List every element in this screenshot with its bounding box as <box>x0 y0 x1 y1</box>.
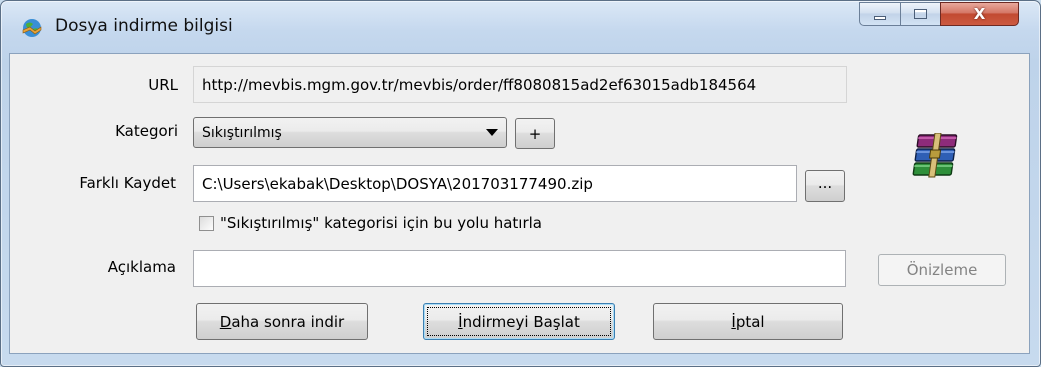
dialog-body: URL http://mevbis.mgm.gov.tr/mevbis/orde… <box>9 53 1030 354</box>
download-later-button[interactable]: Daha sonra indir <box>196 303 368 340</box>
close-button[interactable]: X <box>940 2 1019 26</box>
add-category-button[interactable]: + <box>515 118 555 149</box>
save-path-input[interactable]: C:\Users\ekabak\Desktop\DOSYA\2017031774… <box>193 165 797 202</box>
download-later-label: aha sonra indir <box>231 312 345 331</box>
start-download-label: ndirmeyi Başlat <box>462 312 580 331</box>
maximize-icon <box>914 9 927 19</box>
dialog-window: Dosya indirme bilgisi X URL http://mevbi… <box>0 0 1041 367</box>
url-field[interactable]: http://mevbis.mgm.gov.tr/mevbis/order/ff… <box>193 66 847 103</box>
close-icon: X <box>973 5 986 23</box>
browse-button[interactable]: ... <box>805 170 845 202</box>
start-download-button[interactable]: İndirmeyi Başlat <box>423 303 615 340</box>
preview-button[interactable]: Önizleme <box>878 254 1006 286</box>
idm-globe-icon <box>22 19 42 37</box>
category-select-value: Sıkıştırılmış <box>202 124 282 141</box>
description-label: Açıklama <box>107 258 176 276</box>
url-label: URL <box>148 76 178 94</box>
cancel-label: ptal <box>735 312 765 331</box>
category-select[interactable]: Sıkıştırılmış <box>193 117 507 148</box>
plus-icon: + <box>528 124 542 143</box>
ellipsis-icon: ... <box>817 174 833 192</box>
cancel-button[interactable]: İptal <box>653 303 843 340</box>
winrar-archive-icon <box>912 133 958 178</box>
remember-path-label[interactable]: "Sıkıştırılmış" kategorisi için bu yolu … <box>220 214 542 232</box>
maximize-button[interactable] <box>900 2 941 26</box>
download-later-mnemonic: D <box>219 312 232 331</box>
minimize-button[interactable] <box>859 2 901 26</box>
remember-path-checkbox[interactable] <box>199 216 214 231</box>
save-as-label: Farklı Kaydet <box>79 174 176 192</box>
chevron-down-icon <box>486 129 498 136</box>
title-bar[interactable]: Dosya indirme bilgisi X <box>1 1 1040 53</box>
description-input[interactable] <box>193 250 846 287</box>
minimize-icon <box>874 15 886 20</box>
window-title: Dosya indirme bilgisi <box>55 16 233 36</box>
category-label: Kategori <box>115 122 178 140</box>
